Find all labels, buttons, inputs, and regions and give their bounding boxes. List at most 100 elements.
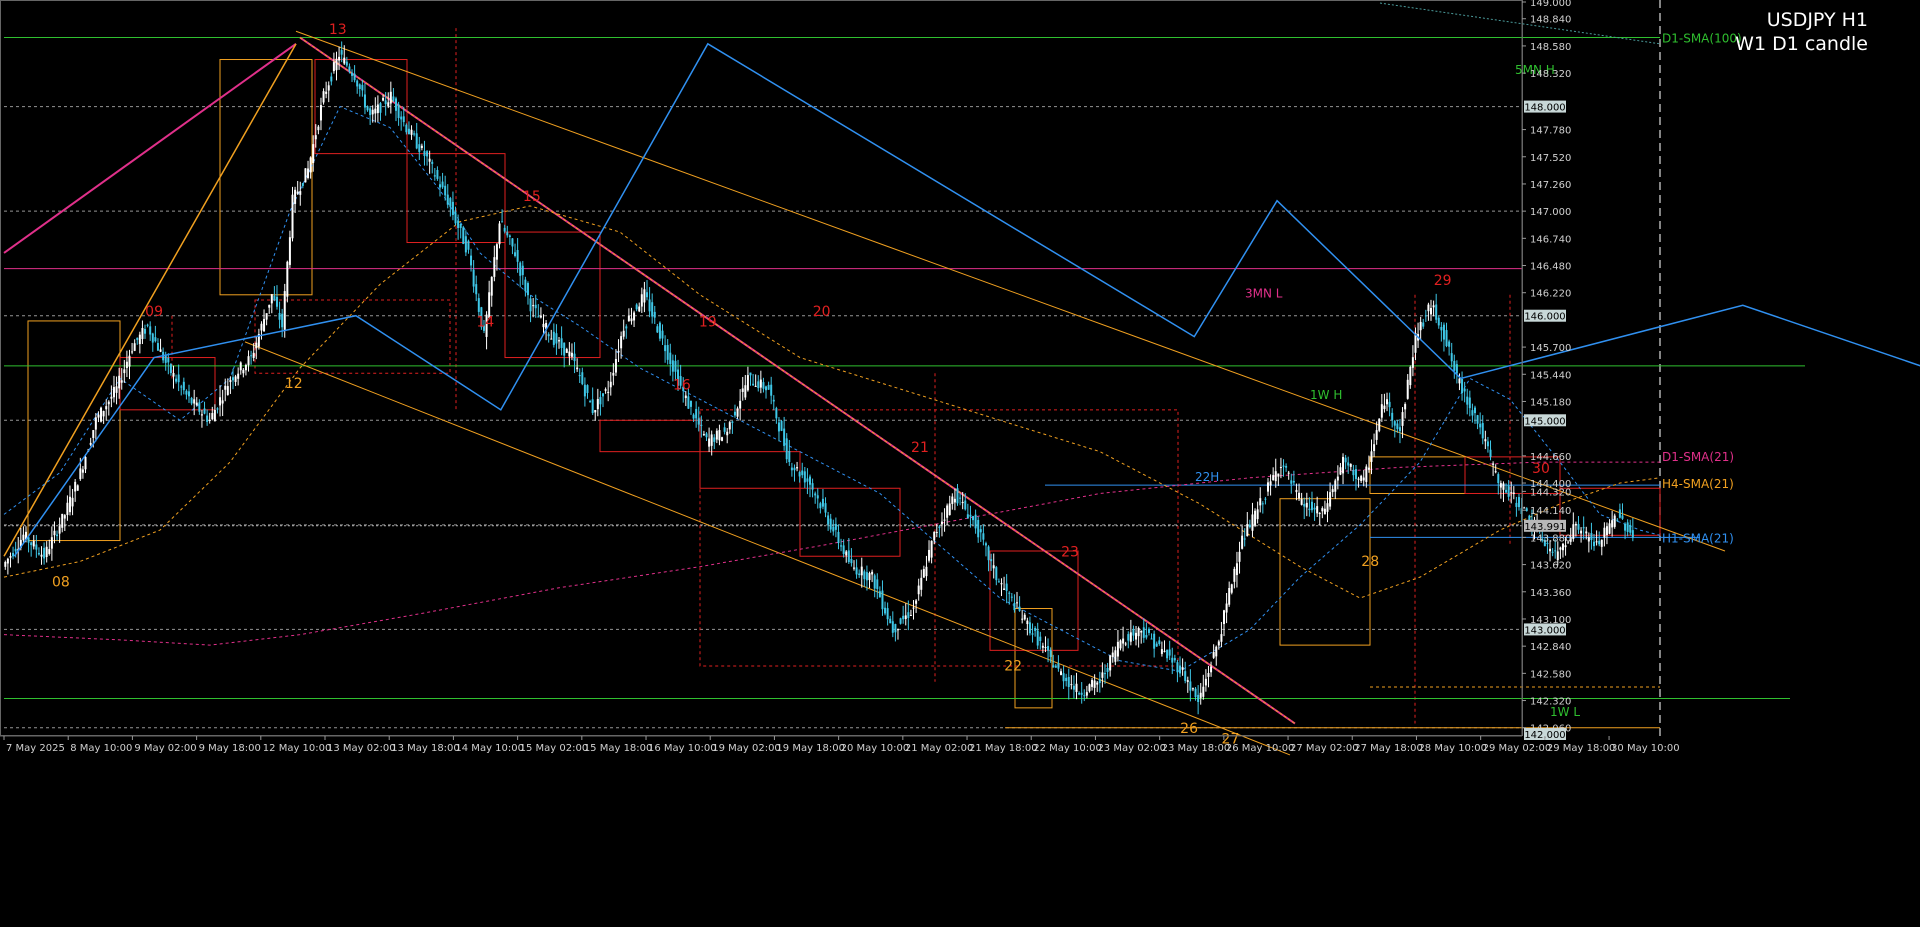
bear-candle <box>733 411 736 416</box>
bull-candle <box>1401 412 1404 426</box>
time-tick-label: 19 May 02:00 <box>712 743 781 754</box>
swing-label-14: 14 <box>476 315 494 331</box>
bear-candle <box>472 269 475 287</box>
bear-candle <box>392 96 395 101</box>
bull-candle <box>498 223 501 245</box>
bull-candle <box>1191 688 1194 690</box>
bull-candle <box>1556 551 1559 561</box>
bear-candle <box>840 545 843 547</box>
bear-candle <box>462 227 465 244</box>
bear-candle <box>1396 423 1399 430</box>
bull-candle <box>286 261 289 297</box>
bull-candle <box>1230 584 1233 593</box>
bear-candle <box>345 61 348 66</box>
bull-candle <box>110 396 113 399</box>
bull-candle <box>332 62 335 72</box>
bull-candle <box>195 402 198 406</box>
bear-candle <box>972 516 975 521</box>
bull-candle <box>935 532 938 534</box>
bear-candle <box>772 399 775 402</box>
bear-candle <box>713 437 716 442</box>
bear-candle <box>656 326 659 333</box>
time-tick-label: 9 May 02:00 <box>134 743 196 754</box>
bull-candle <box>1272 475 1275 481</box>
bear-candle <box>865 572 868 581</box>
bull-candle <box>1502 483 1505 490</box>
bear-candle <box>793 467 796 471</box>
bear-candle <box>816 495 819 499</box>
bull-candle <box>1070 684 1073 686</box>
bear-candle <box>477 298 480 312</box>
bull-candle <box>1334 480 1337 492</box>
bear-candle <box>1062 673 1065 682</box>
bear-candle <box>1590 533 1593 541</box>
bull-candle <box>1277 473 1280 477</box>
bear-candle <box>353 73 356 81</box>
bear-candle <box>552 331 555 345</box>
bear-candle <box>351 72 354 76</box>
bear-candle <box>1106 667 1109 672</box>
bull-candle <box>309 157 312 173</box>
bear-candle <box>1067 676 1070 688</box>
bear-candle <box>1461 379 1464 394</box>
bull-candle <box>1199 692 1202 698</box>
bear-candle <box>669 352 672 365</box>
swing-label-29: 29 <box>1434 273 1452 289</box>
bull-candle <box>234 376 237 382</box>
bear-candle <box>886 608 889 620</box>
bear-candle <box>749 372 752 376</box>
bull-candle <box>6 558 9 564</box>
bear-candle <box>37 552 40 555</box>
bear-candle <box>723 427 726 432</box>
bull-candle <box>79 468 82 480</box>
bull-candle <box>71 497 74 507</box>
bear-candle <box>902 615 905 620</box>
bear-candle <box>563 342 566 356</box>
price-tick-label: 144.400 <box>1530 479 1571 490</box>
bull-candle <box>159 349 162 352</box>
bear-candle <box>361 84 364 91</box>
bear-candle <box>801 470 804 476</box>
bear-candle <box>1047 646 1050 651</box>
bear-candle <box>156 343 159 351</box>
price-tick-label: 147.520 <box>1530 153 1571 164</box>
bull-candle <box>1331 489 1334 493</box>
bull-candle <box>542 323 545 328</box>
bull-candle <box>221 400 224 404</box>
bear-candle <box>547 334 550 337</box>
price-tick-label: 146.480 <box>1530 262 1571 273</box>
bull-candle <box>759 379 762 388</box>
price-tick-label: 145.180 <box>1530 397 1571 408</box>
time-tick-label: 9 May 18:00 <box>199 743 261 754</box>
bear-candle <box>415 133 418 149</box>
bull-candle <box>226 386 229 395</box>
bull-candle <box>1202 686 1205 697</box>
bull-candle <box>1041 645 1044 648</box>
bear-candle <box>1083 695 1086 697</box>
bull-candle <box>909 614 912 616</box>
bear-candle <box>1155 643 1158 647</box>
bull-candle <box>1360 475 1363 482</box>
bull-candle <box>594 410 597 413</box>
bull-candle <box>239 362 242 371</box>
bull-candle <box>50 537 53 549</box>
bull-candle <box>1204 678 1207 686</box>
bear-candle <box>785 438 788 460</box>
bull-candle <box>420 145 423 148</box>
bull-candle <box>89 442 92 445</box>
bear-candle <box>169 364 172 374</box>
bear-candle <box>1034 628 1037 631</box>
bull-candle <box>565 349 568 353</box>
bull-candle <box>1585 531 1588 534</box>
bear-candle <box>470 255 473 266</box>
bear-candle <box>144 328 147 334</box>
bear-candle <box>863 571 866 580</box>
swing-label-08: 08 <box>52 575 70 591</box>
bull-candle <box>247 356 250 366</box>
bull-candle <box>172 373 175 377</box>
bull-candle <box>1380 404 1383 418</box>
bull-candle <box>726 431 729 436</box>
bear-candle <box>366 106 369 111</box>
bear-candle <box>511 238 514 247</box>
bull-candle <box>1611 520 1614 528</box>
